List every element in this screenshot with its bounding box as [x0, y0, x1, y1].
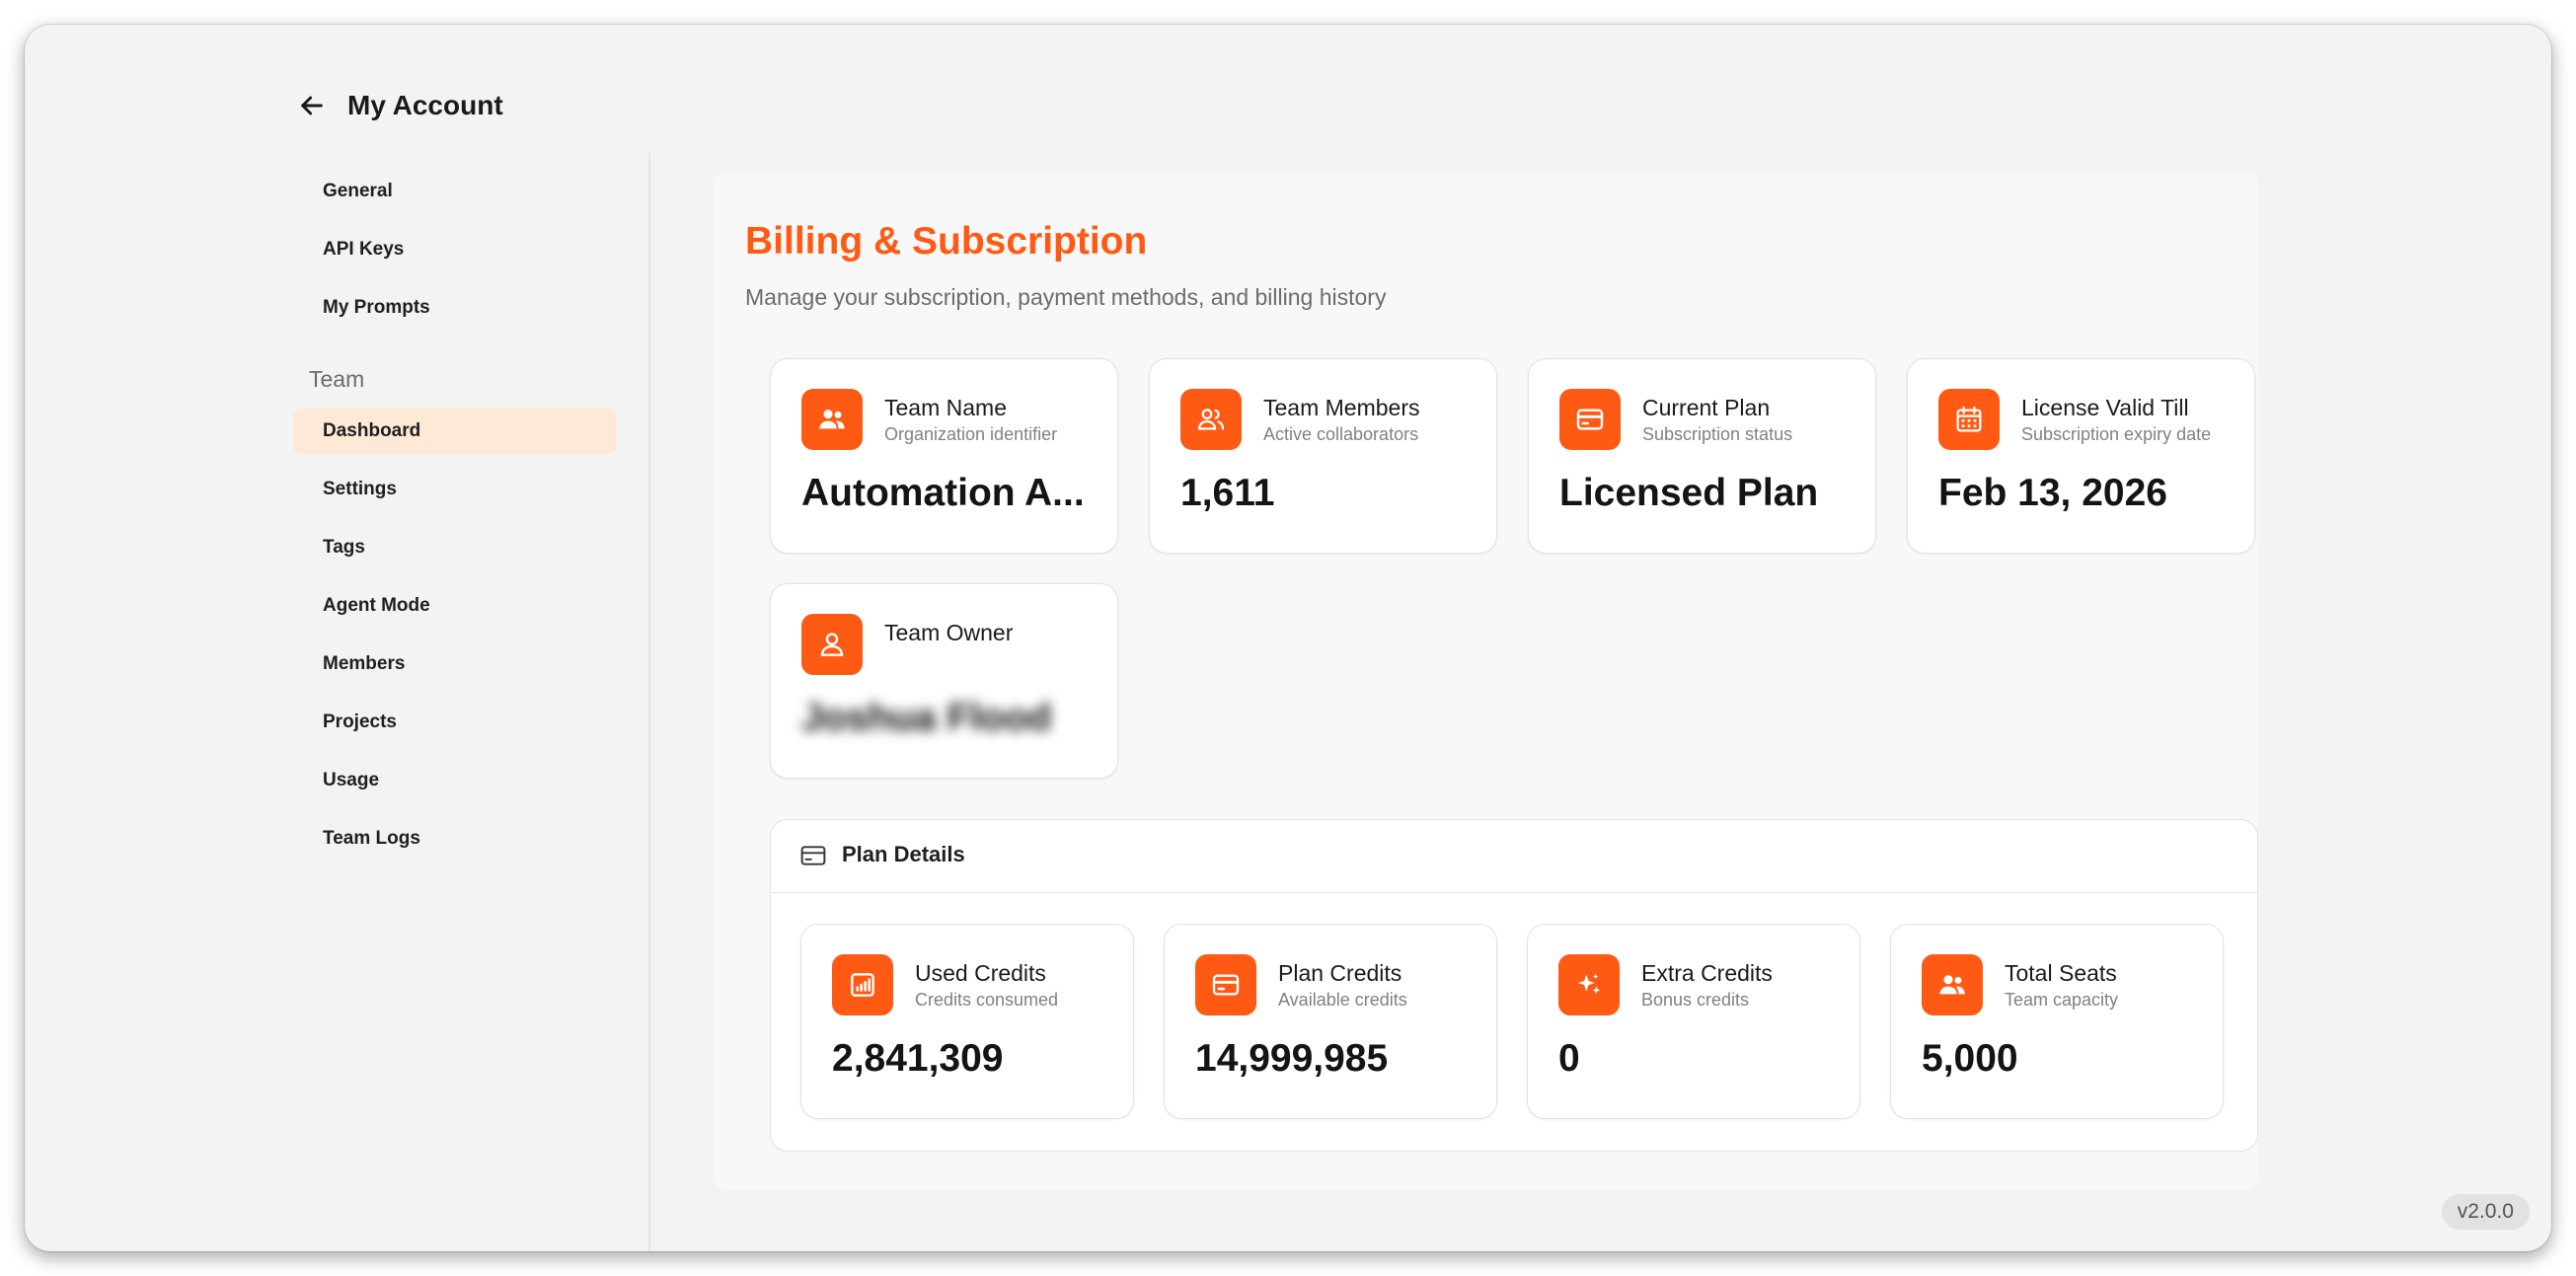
sidebar-item-general[interactable]: General	[293, 169, 617, 214]
sidebar-divider	[648, 153, 650, 1251]
card-value: Automation A...	[801, 472, 1085, 514]
card-subtitle: Available credits	[1278, 990, 1407, 1010]
card-subtitle: Organization identifier	[884, 424, 1058, 444]
card-subtitle: Team capacity	[2005, 990, 2119, 1010]
card-title: Extra Credits	[1641, 960, 1773, 986]
users-icon	[801, 389, 863, 450]
team-members-card: Team Members Active collaborators 1,611	[1149, 358, 1497, 554]
card-title: Team Members	[1263, 395, 1420, 420]
card-title: Used Credits	[915, 960, 1046, 986]
back-arrow-icon[interactable]	[296, 90, 328, 121]
card-title: Current Plan	[1642, 395, 1771, 420]
sidebar: General API Keys My Prompts Team Dashboa…	[293, 169, 617, 874]
total-seats-card: Total Seats Team capacity 5,000	[1890, 924, 2224, 1119]
credit-card-icon	[1559, 389, 1621, 450]
extra-credits-card: Extra Credits Bonus credits 0	[1527, 924, 1860, 1119]
billing-title: Billing & Subscription	[745, 220, 1148, 263]
calendar-icon	[1938, 389, 2000, 450]
sidebar-item-projects[interactable]: Projects	[293, 700, 617, 745]
sidebar-item-dashboard[interactable]: Dashboard	[293, 409, 617, 454]
sidebar-item-my-prompts[interactable]: My Prompts	[293, 285, 617, 331]
version-badge: v2.0.0	[2441, 1194, 2530, 1230]
card-value: 0	[1558, 1037, 1580, 1080]
billing-subtitle: Manage your subscription, payment method…	[745, 284, 1387, 310]
sparkle-icon	[1558, 954, 1620, 1015]
card-subtitle: Subscription status	[1642, 424, 1793, 444]
license-valid-card: License Valid Till Subscription expiry d…	[1907, 358, 2255, 554]
card-title: Plan Credits	[1278, 960, 1402, 986]
current-plan-card: Current Plan Subscription status License…	[1528, 358, 1876, 554]
sidebar-item-settings[interactable]: Settings	[293, 467, 617, 512]
plan-details-title: Plan Details	[842, 842, 965, 866]
app-window: My Account General API Keys My Prompts T…	[25, 25, 2551, 1251]
card-value: 1,611	[1180, 472, 1275, 514]
card-title: Team Owner	[884, 620, 1014, 645]
sidebar-item-usage[interactable]: Usage	[293, 758, 617, 803]
credit-card-icon	[1195, 954, 1256, 1015]
user-icon	[801, 614, 863, 675]
team-owner-card: Team Owner Joshua Flood	[770, 583, 1118, 779]
sidebar-item-members[interactable]: Members	[293, 641, 617, 687]
card-title: Team Name	[884, 395, 1007, 420]
credit-card-icon	[800, 846, 826, 865]
billing-panel: Billing & Subscription Manage your subsc…	[714, 173, 2258, 1189]
card-subtitle: Subscription expiry date	[2021, 424, 2212, 444]
sidebar-item-agent-mode[interactable]: Agent Mode	[293, 583, 617, 629]
card-value: Feb 13, 2026	[1938, 472, 2167, 514]
sidebar-item-api-keys[interactable]: API Keys	[293, 227, 617, 272]
card-subtitle: Credits consumed	[915, 990, 1059, 1010]
card-subtitle: Active collaborators	[1263, 424, 1419, 444]
sidebar-item-team-logs[interactable]: Team Logs	[293, 816, 617, 862]
sidebar-item-tags[interactable]: Tags	[293, 525, 617, 570]
sidebar-section-team: Team	[309, 366, 365, 392]
card-value: Licensed Plan	[1559, 472, 1819, 514]
plan-details-header: Plan Details	[771, 820, 2257, 893]
card-title: Total Seats	[2005, 960, 2117, 986]
card-title: License Valid Till	[2021, 395, 2189, 420]
card-value: 14,999,985	[1195, 1037, 1389, 1080]
card-subtitle: Bonus credits	[1641, 990, 1750, 1010]
used-credits-card: Used Credits Credits consumed 2,841,309	[800, 924, 1134, 1119]
card-value: 2,841,309	[832, 1037, 1004, 1080]
plan-credits-card: Plan Credits Available credits 14,999,98…	[1164, 924, 1497, 1119]
users-icon	[1922, 954, 1983, 1015]
team-members-icon	[1180, 389, 1242, 450]
owner-name-value: Joshua Flood	[801, 697, 1052, 739]
page-title: My Account	[347, 90, 503, 120]
card-value: 5,000	[1922, 1037, 2018, 1080]
chart-icon	[832, 954, 893, 1015]
page-header: My Account	[296, 90, 503, 121]
team-name-card: Team Name Organization identifier Automa…	[770, 358, 1118, 554]
plan-details-section: Plan Details Used Credits Credits consum…	[770, 819, 2258, 1152]
